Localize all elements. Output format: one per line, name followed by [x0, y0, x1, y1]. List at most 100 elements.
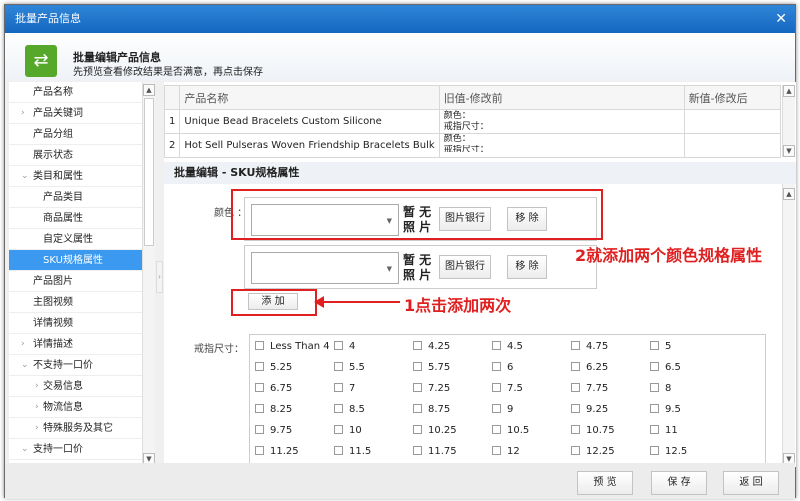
ring-size-option[interactable]: 7.25 — [413, 383, 450, 394]
sidebar-item[interactable]: 展示状态 — [9, 145, 145, 166]
sidebar-item[interactable]: ⌄ 类目和属性 — [9, 166, 145, 187]
checkbox[interactable] — [650, 425, 659, 434]
ring-size-option[interactable]: 6.25 — [571, 362, 608, 373]
ring-size-option[interactable]: 7.5 — [492, 383, 523, 394]
sidebar-item[interactable]: 产品名称 — [9, 82, 145, 103]
checkbox[interactable] — [492, 446, 501, 455]
ring-size-option[interactable]: 11.75 — [413, 446, 457, 457]
ring-size-option[interactable]: 12.25 — [571, 446, 615, 457]
scroll-up-icon[interactable]: ▲ — [783, 188, 795, 200]
checkbox[interactable] — [650, 383, 659, 392]
checkbox[interactable] — [334, 341, 343, 350]
content-scrollbar[interactable]: ▲ ▼ — [782, 184, 795, 467]
checkbox[interactable] — [571, 425, 580, 434]
sidebar-item[interactable]: › 详情描述 — [9, 334, 145, 355]
checkbox[interactable] — [650, 404, 659, 413]
chevron-right-icon[interactable]: › — [35, 397, 39, 418]
ring-size-option[interactable]: 10.75 — [571, 425, 615, 436]
scroll-down-icon[interactable]: ▼ — [783, 145, 795, 157]
checkbox[interactable] — [334, 362, 343, 371]
sidebar-item[interactable]: 商品属性 — [9, 208, 145, 229]
image-bank-button[interactable]: 图片银行 — [439, 255, 491, 279]
ring-size-option[interactable]: 12 — [492, 446, 520, 457]
ring-size-option[interactable]: 6.5 — [650, 362, 681, 373]
ring-size-option[interactable]: 7.75 — [571, 383, 608, 394]
checkbox[interactable] — [492, 383, 501, 392]
ring-size-option[interactable]: 12.5 — [650, 446, 687, 457]
sidebar-item[interactable]: ⌄ 不支持一口价 — [9, 355, 145, 376]
ring-size-option[interactable]: Less Than 4 — [255, 341, 330, 352]
checkbox[interactable] — [413, 383, 422, 392]
checkbox[interactable] — [413, 446, 422, 455]
checkbox[interactable] — [255, 341, 264, 350]
sidebar-item[interactable]: 主图视频 — [9, 292, 145, 313]
checkbox[interactable] — [255, 425, 264, 434]
checkbox[interactable] — [571, 383, 580, 392]
sidebar-item[interactable]: › 特殊服务及其它 — [9, 418, 145, 439]
checkbox[interactable] — [255, 404, 264, 413]
sidebar-item[interactable]: 产品分组 — [9, 124, 145, 145]
ring-size-option[interactable]: 6 — [492, 362, 513, 373]
checkbox[interactable] — [255, 446, 264, 455]
close-icon[interactable]: ✕ — [775, 5, 787, 33]
checkbox[interactable] — [571, 341, 580, 350]
checkbox[interactable] — [255, 383, 264, 392]
chevron-right-icon[interactable]: › — [35, 376, 39, 397]
checkbox[interactable] — [650, 341, 659, 350]
ring-size-option[interactable]: 9.25 — [571, 404, 608, 415]
ring-size-option[interactable]: 4 — [334, 341, 355, 352]
checkbox[interactable] — [492, 341, 501, 350]
ring-size-option[interactable]: 8.5 — [334, 404, 365, 415]
preview-button[interactable]: 预 览 — [577, 471, 633, 495]
ring-size-option[interactable]: 9 — [492, 404, 513, 415]
checkbox[interactable] — [334, 446, 343, 455]
chevron-down-icon[interactable]: ⌄ — [21, 166, 29, 187]
back-button[interactable]: 返 回 — [723, 471, 779, 495]
ring-size-option[interactable]: 4.75 — [571, 341, 608, 352]
sidebar-item[interactable]: › 产品关键词 — [9, 103, 145, 124]
sidebar-item[interactable]: › 交易信息 — [9, 376, 145, 397]
checkbox[interactable] — [334, 425, 343, 434]
sidebar-item[interactable]: 自定义属性 — [9, 229, 145, 250]
sidebar-item[interactable]: SKU规格属性 — [9, 250, 145, 271]
table-scrollbar[interactable]: ▲ ▼ — [782, 85, 795, 157]
chevron-right-icon[interactable]: › — [21, 103, 25, 124]
collapse-handle[interactable]: › — [156, 261, 163, 293]
ring-size-option[interactable]: 7 — [334, 383, 355, 394]
sidebar-item[interactable]: 产品类目 — [9, 187, 145, 208]
checkbox[interactable] — [571, 404, 580, 413]
checkbox[interactable] — [413, 341, 422, 350]
save-button[interactable]: 保 存 — [651, 471, 707, 495]
ring-size-option[interactable]: 11 — [650, 425, 678, 436]
chevron-right-icon[interactable]: › — [35, 418, 39, 439]
checkbox[interactable] — [413, 425, 422, 434]
checkbox[interactable] — [413, 362, 422, 371]
ring-size-option[interactable]: 11.25 — [255, 446, 299, 457]
ring-size-option[interactable]: 4.5 — [492, 341, 523, 352]
ring-size-option[interactable]: 9.5 — [650, 404, 681, 415]
ring-size-option[interactable]: 10 — [334, 425, 362, 436]
scroll-up-icon[interactable]: ▲ — [783, 85, 795, 97]
ring-size-option[interactable]: 10.5 — [492, 425, 529, 436]
sidebar-scrollbar[interactable]: ▲ ▼ — [142, 82, 155, 467]
checkbox[interactable] — [571, 446, 580, 455]
checkbox[interactable] — [413, 404, 422, 413]
chevron-down-icon[interactable]: ⌄ — [21, 439, 29, 460]
checkbox[interactable] — [334, 404, 343, 413]
ring-size-option[interactable]: 9.75 — [255, 425, 292, 436]
checkbox[interactable] — [492, 425, 501, 434]
sidebar-item[interactable]: › 物流信息 — [9, 397, 145, 418]
chevron-down-icon[interactable]: ⌄ — [21, 355, 29, 376]
ring-size-option[interactable]: 6.75 — [255, 383, 292, 394]
checkbox[interactable] — [650, 362, 659, 371]
ring-size-option[interactable]: 5.5 — [334, 362, 365, 373]
checkbox[interactable] — [334, 383, 343, 392]
checkbox[interactable] — [571, 362, 580, 371]
sidebar-item[interactable]: 产品图片 — [9, 271, 145, 292]
checkbox[interactable] — [492, 362, 501, 371]
checkbox[interactable] — [650, 446, 659, 455]
ring-size-option[interactable]: 4.25 — [413, 341, 450, 352]
checkbox[interactable] — [255, 362, 264, 371]
chevron-right-icon[interactable]: › — [21, 334, 25, 355]
ring-size-option[interactable]: 8.75 — [413, 404, 450, 415]
